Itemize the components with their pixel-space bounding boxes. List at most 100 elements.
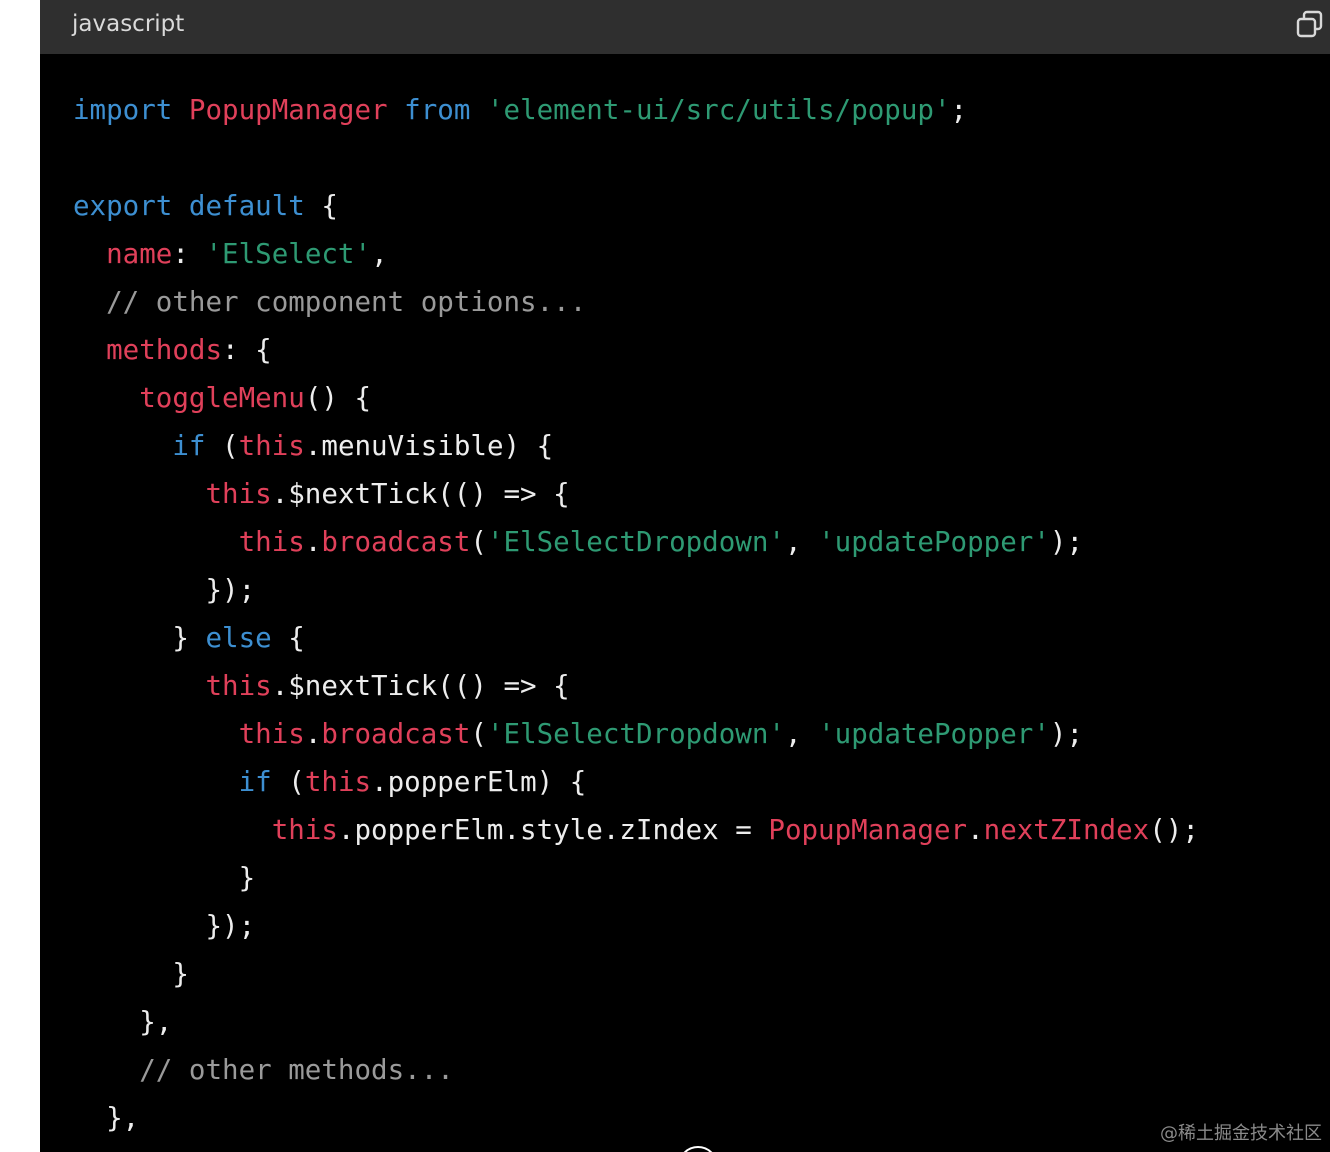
code-token: 'ElSelect' xyxy=(205,238,372,270)
code-token: nextZIndex xyxy=(983,814,1150,846)
code-line: // other component options... xyxy=(73,278,1199,326)
code-token: ); xyxy=(1049,718,1084,750)
code-token: if xyxy=(172,430,206,462)
code-token: ( xyxy=(470,718,487,750)
code-line: this.broadcast('ElSelectDropdown', 'upda… xyxy=(73,710,1199,758)
code-line: }, xyxy=(73,998,1199,1046)
code-token: }, xyxy=(73,1102,140,1134)
code-line: if (this.menuVisible) { xyxy=(73,422,1199,470)
code-token: this xyxy=(271,814,338,846)
code-token: export xyxy=(73,190,173,222)
code-line: } xyxy=(73,950,1199,998)
code-token: } xyxy=(73,862,256,894)
code-line: }); xyxy=(73,902,1199,950)
code-line: // other methods... xyxy=(73,1046,1199,1094)
code-token: default xyxy=(188,190,305,222)
code-token: ( xyxy=(271,766,305,798)
code-line: this.$nextTick(() => { xyxy=(73,470,1199,518)
copy-icon xyxy=(1296,10,1323,38)
code-token: // other methods... xyxy=(139,1054,454,1086)
code-token: broadcast xyxy=(321,718,471,750)
code-token: , xyxy=(371,238,388,270)
code-token: : xyxy=(172,238,206,270)
code-token: .$nextTick(() => { xyxy=(271,670,570,702)
code-token: , xyxy=(784,526,819,558)
code-token: broadcast xyxy=(321,526,471,558)
code-token: 'ElSelectDropdown' xyxy=(486,718,785,750)
code-line: export default { xyxy=(73,182,1199,230)
code-token: from xyxy=(404,94,471,126)
code-line: if (this.popperElm) { xyxy=(73,758,1199,806)
code-token: ( xyxy=(470,526,487,558)
watermark: @稀土掘金技术社区 xyxy=(1160,1123,1322,1144)
code-token: this xyxy=(205,670,272,702)
code-token: import xyxy=(73,94,173,126)
code-block-header: javascript xyxy=(40,0,1330,54)
code-token: } xyxy=(73,958,189,990)
code-token: 'updatePopper' xyxy=(818,718,1050,750)
code-line: methods: { xyxy=(73,326,1199,374)
code-token: this xyxy=(238,430,305,462)
code-token: 'ElSelectDropdown' xyxy=(486,526,785,558)
code-line: } else { xyxy=(73,614,1199,662)
code-token: ( xyxy=(205,430,239,462)
code-token: (); xyxy=(1149,814,1199,846)
code-token: // other component options... xyxy=(106,286,587,318)
code-token: ; xyxy=(950,94,968,126)
code-line: this.broadcast('ElSelectDropdown', 'upda… xyxy=(73,518,1199,566)
code-token: }); xyxy=(73,910,256,942)
code-token: this xyxy=(238,526,305,558)
code-token: . xyxy=(304,718,322,750)
code-token: methods xyxy=(106,334,223,366)
code-token: . xyxy=(304,526,322,558)
code-line: toggleMenu() { xyxy=(73,374,1199,422)
code-token: { xyxy=(304,190,338,222)
scroll-to-bottom-button[interactable] xyxy=(678,1146,718,1152)
code-token: } xyxy=(73,622,206,654)
code-token: () { xyxy=(304,382,372,414)
code-line: name: 'ElSelect', xyxy=(73,230,1199,278)
code-token: toggleMenu xyxy=(139,382,305,414)
code-line: this.$nextTick(() => { xyxy=(73,662,1199,710)
copy-button[interactable] xyxy=(1294,8,1326,42)
code-token: this xyxy=(238,718,305,750)
code-token: PopupManager xyxy=(188,94,388,126)
code-content: import PopupManager from 'element-ui/src… xyxy=(73,86,1199,1142)
code-token: : { xyxy=(222,334,272,366)
code-token: else xyxy=(205,622,272,654)
code-token: .popperElm.style.zIndex = xyxy=(337,814,769,846)
code-token: { xyxy=(271,622,305,654)
code-token: 'updatePopper' xyxy=(818,526,1050,558)
code-line: import PopupManager from 'element-ui/src… xyxy=(73,86,1199,134)
code-token: .popperElm) { xyxy=(371,766,587,798)
code-token: this xyxy=(205,478,272,510)
code-token: PopupManager xyxy=(768,814,968,846)
language-label: javascript xyxy=(72,11,185,37)
code-token: 'element-ui/src/utils/popup' xyxy=(486,94,951,126)
code-token: }, xyxy=(73,1006,173,1038)
code-line: }, xyxy=(73,1094,1199,1142)
code-token: ); xyxy=(1049,526,1084,558)
code-line: this.popperElm.style.zIndex = PopupManag… xyxy=(73,806,1199,854)
code-line: }); xyxy=(73,566,1199,614)
code-token: .menuVisible) { xyxy=(304,430,554,462)
code-token: }); xyxy=(73,574,256,606)
code-token: name xyxy=(106,238,173,270)
code-token: , xyxy=(784,718,819,750)
